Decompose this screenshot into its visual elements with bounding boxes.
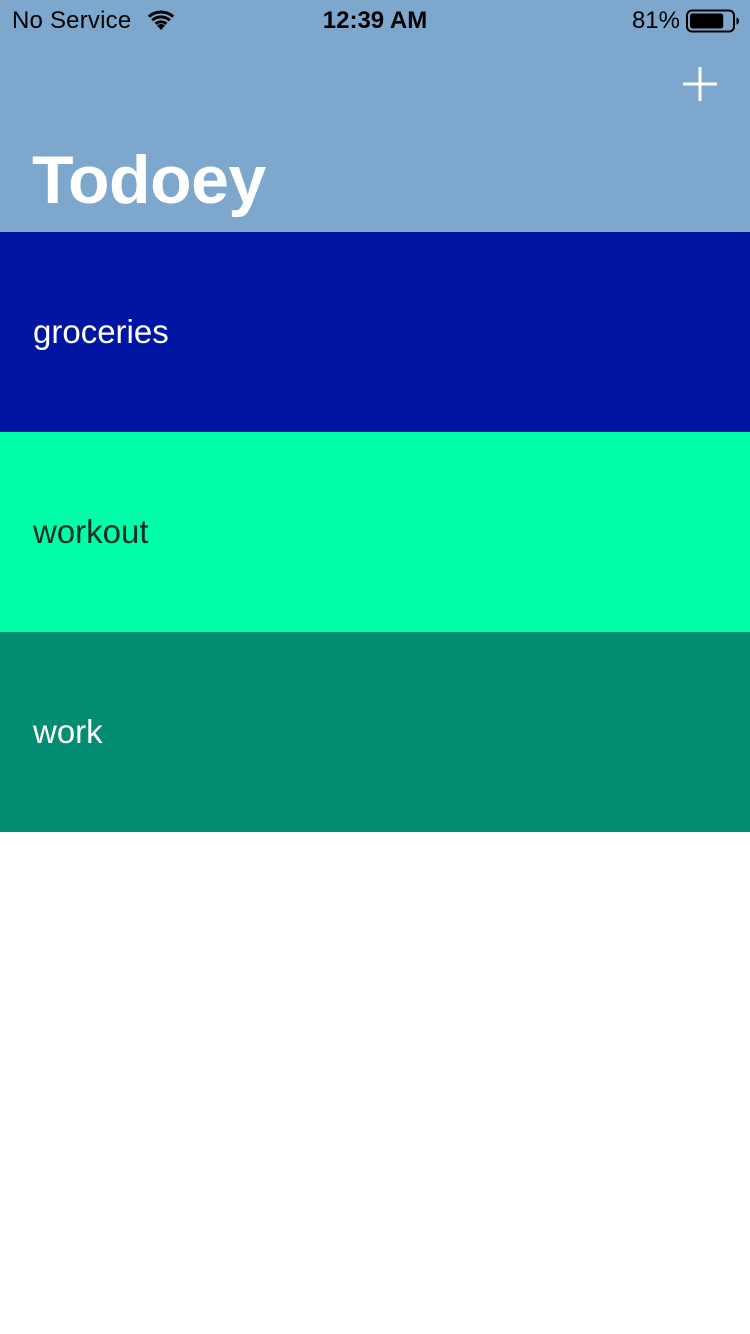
plus-icon bbox=[683, 67, 717, 101]
screen: No Service 12:39 AM 81% Todoey groceries… bbox=[0, 0, 750, 1334]
status-bar: No Service 12:39 AM 81% bbox=[0, 0, 750, 40]
category-name: workout bbox=[33, 513, 149, 550]
category-cell[interactable]: workout bbox=[0, 432, 750, 632]
category-name: work bbox=[33, 713, 103, 750]
battery-icon bbox=[686, 9, 739, 33]
category-list: groceries workout work bbox=[0, 232, 750, 832]
battery-percentage: 81% bbox=[631, 7, 680, 34]
category-name: groceries bbox=[33, 313, 169, 350]
page-title: Todoey bbox=[32, 142, 266, 218]
category-cell[interactable]: groceries bbox=[0, 232, 750, 432]
category-cell[interactable]: work bbox=[0, 632, 750, 832]
navigation-header: No Service 12:39 AM 81% Todoey bbox=[0, 0, 750, 232]
add-button[interactable] bbox=[672, 56, 728, 112]
